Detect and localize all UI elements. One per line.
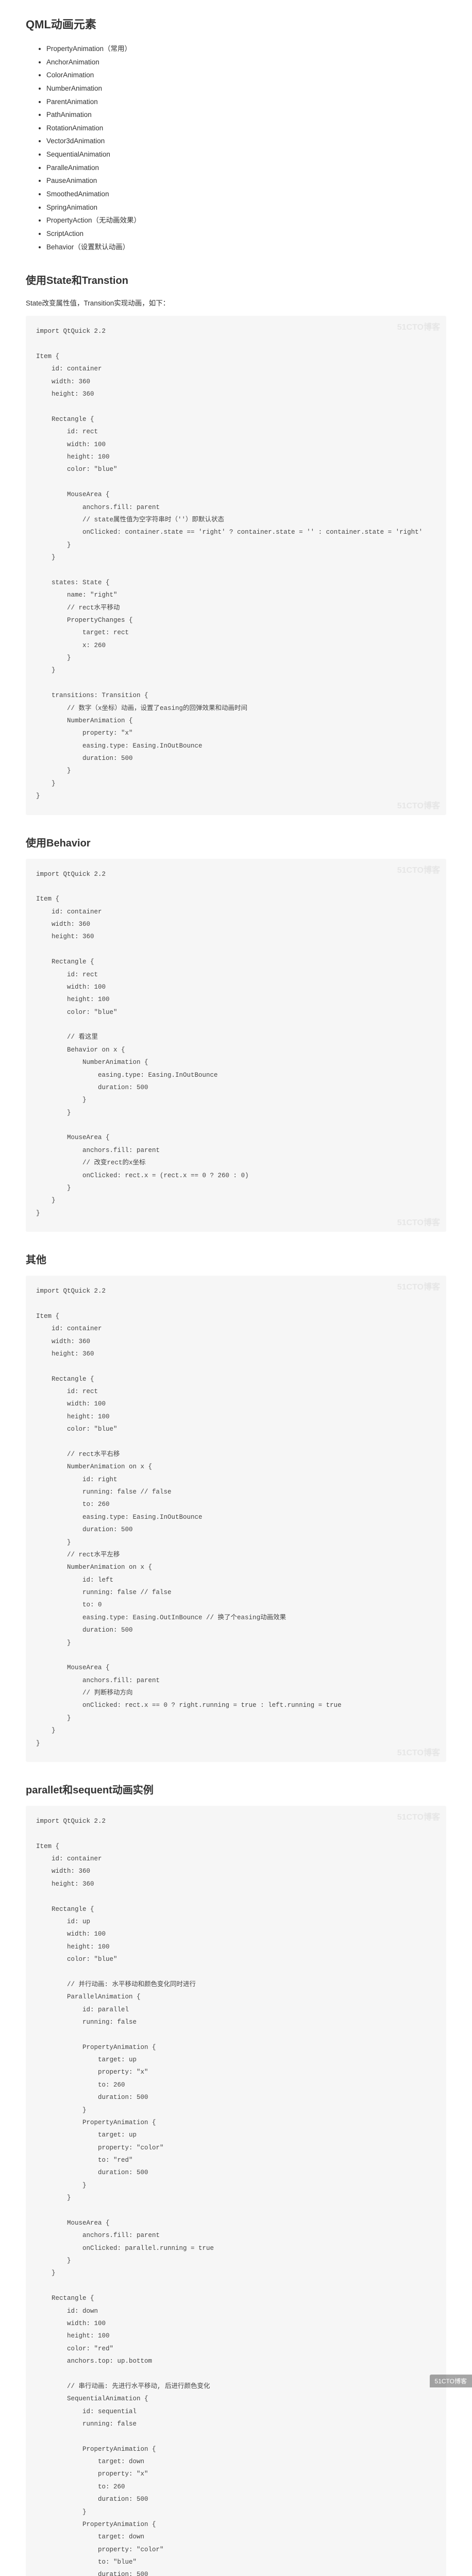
section-intro: State改变属性值，Transition实现动画，如下： xyxy=(26,296,446,309)
list-item: SmoothedAnimation xyxy=(46,188,446,201)
animation-types-list: PropertyAnimation（常用） AnchorAnimation Co… xyxy=(26,42,446,253)
code-block-parallel-sequential: 51CTO博客 import QtQuick 2.2 Item { id: co… xyxy=(26,1806,446,2576)
list-item: Vector3dAnimation xyxy=(46,134,446,148)
list-item: ParentAnimation xyxy=(46,95,446,109)
list-item: SpringAnimation xyxy=(46,201,446,214)
list-item: ScriptAction xyxy=(46,227,446,241)
code-content: import QtQuick 2.2 Item { id: container … xyxy=(36,1815,436,2576)
list-item: SequentialAnimation xyxy=(46,148,446,161)
list-item: ColorAnimation xyxy=(46,69,446,82)
code-content: import QtQuick 2.2 Item { id: container … xyxy=(36,1285,436,1750)
list-item: AnchorAnimation xyxy=(46,56,446,69)
code-block-behavior: 51CTO博客 import QtQuick 2.2 Item { id: co… xyxy=(26,859,446,1232)
code-content: import QtQuick 2.2 Item { id: container … xyxy=(36,325,436,802)
list-item: PathAnimation xyxy=(46,108,446,122)
section-heading-behavior: 使用Behavior xyxy=(26,835,446,850)
page-title: QML动画元素 xyxy=(26,15,446,32)
list-item: PauseAnimation xyxy=(46,174,446,188)
list-item: PropertyAnimation（常用） xyxy=(46,42,446,56)
list-item: RotationAnimation xyxy=(46,122,446,135)
section-heading-parallel-sequential: parallet和sequent动画实例 xyxy=(26,1782,446,1797)
list-item: ParalleAnimation xyxy=(46,161,446,175)
code-block-other: 51CTO博客 import QtQuick 2.2 Item { id: co… xyxy=(26,1276,446,1762)
code-block-state-transition: 51CTO博客 import QtQuick 2.2 Item { id: co… xyxy=(26,316,446,815)
list-item: PropertyAction（无动画效果） xyxy=(46,214,446,227)
section-heading-other: 其他 xyxy=(26,1251,446,1266)
section-heading-state-transition: 使用State和Transtion xyxy=(26,272,446,287)
list-item: Behavior（设置默认动画） xyxy=(46,241,446,254)
footer-badge: 51CTO博客 xyxy=(430,2375,472,2387)
list-item: NumberAnimation xyxy=(46,82,446,95)
code-content: import QtQuick 2.2 Item { id: container … xyxy=(36,868,436,1220)
